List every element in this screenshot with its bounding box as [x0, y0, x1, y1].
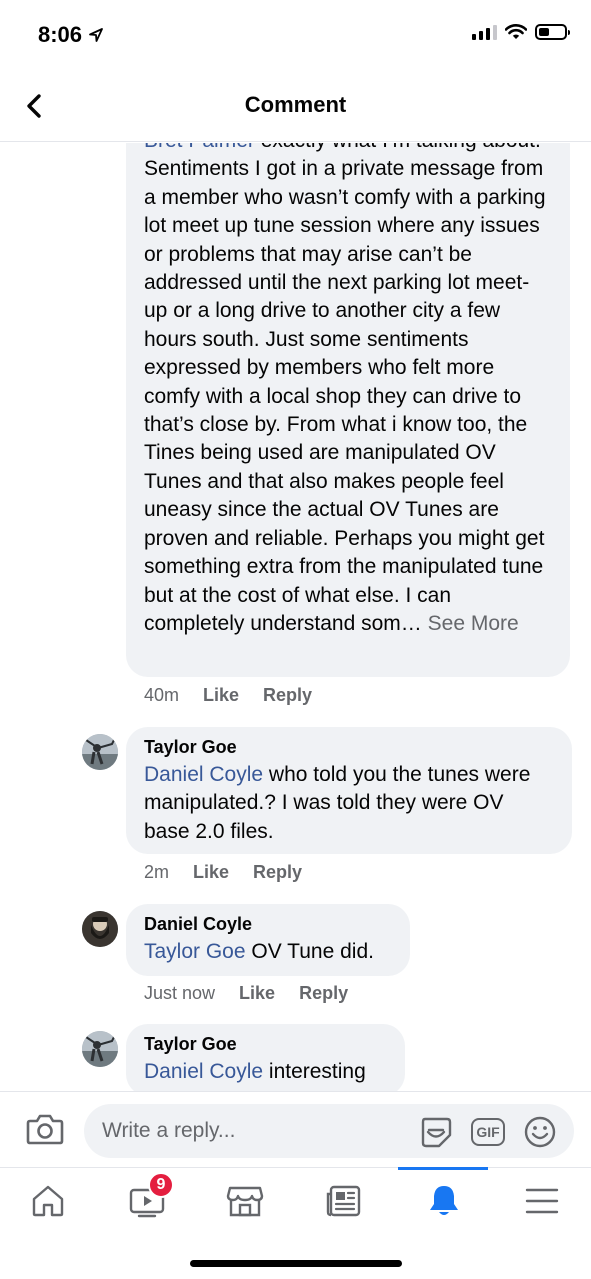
- comment-time: 40m: [144, 685, 180, 705]
- location-arrow-icon: [89, 28, 103, 42]
- comment-text: Bret Palmer exactly what I’m talking abo…: [144, 143, 552, 638]
- wifi-icon: [505, 24, 527, 39]
- bottom-nav: 9: [0, 1167, 591, 1279]
- comment-author[interactable]: Daniel Coyle: [144, 912, 392, 936]
- comment-bubble[interactable]: Taylor Goe Daniel Coyle who told you the…: [126, 727, 572, 854]
- sticker-icon: [421, 1117, 452, 1148]
- avatar[interactable]: [82, 1031, 118, 1067]
- reply-button[interactable]: Reply: [299, 983, 348, 1004]
- status-icons: [472, 24, 570, 40]
- comment-actions: Just now Like Reply: [144, 983, 348, 1004]
- marketplace-icon: [226, 1186, 264, 1217]
- comment-bubble[interactable]: Daniel Coyle Taylor Goe OV Tune did.: [126, 904, 410, 976]
- menu-icon: [525, 1188, 559, 1214]
- like-button[interactable]: Like: [203, 685, 239, 706]
- avatar[interactable]: [82, 911, 118, 947]
- emoji-icon: [524, 1116, 556, 1148]
- comment-text: Daniel Coyle who told you the tunes were…: [144, 763, 531, 843]
- status-time: 8:06: [38, 22, 104, 48]
- header: Comment: [0, 72, 591, 142]
- comment-author[interactable]: Taylor Goe: [144, 735, 554, 759]
- notification-badge: 9: [148, 1172, 174, 1198]
- mention-link[interactable]: Daniel Coyle: [144, 763, 263, 786]
- notifications-icon: [430, 1186, 458, 1215]
- camera-button[interactable]: [26, 1112, 64, 1146]
- nav-news[interactable]: [314, 1178, 374, 1224]
- reply-button[interactable]: Reply: [263, 685, 312, 706]
- signal-icon: [472, 24, 497, 40]
- nav-marketplace[interactable]: [215, 1178, 275, 1224]
- comment-time: Just now: [144, 983, 216, 1003]
- clock-text: 8:06: [38, 22, 83, 47]
- mention-link[interactable]: Taylor Goe: [144, 940, 246, 963]
- comment-bubble[interactable]: Taylor Goe Daniel Coyle interesting: [126, 1024, 405, 1091]
- camera-icon: [26, 1114, 64, 1145]
- see-more-link[interactable]: See More: [428, 612, 519, 635]
- news-icon: [326, 1185, 361, 1217]
- home-icon: [32, 1185, 64, 1217]
- comment-thread[interactable]: Bret Palmer exactly what I’m talking abo…: [0, 143, 591, 1091]
- mention-link[interactable]: Daniel Coyle: [144, 1060, 263, 1083]
- nav-notifications[interactable]: [414, 1178, 474, 1224]
- avatar-photo: [82, 734, 118, 770]
- status-bar: 8:06: [0, 0, 591, 72]
- avatar-photo: [82, 911, 118, 947]
- gif-button[interactable]: GIF: [470, 1114, 506, 1150]
- battery-icon: [535, 24, 570, 40]
- mention-link[interactable]: Bret Palmer: [144, 143, 255, 152]
- comment-bubble[interactable]: Bret Palmer exactly what I’m talking abo…: [126, 143, 570, 677]
- reply-button[interactable]: Reply: [253, 862, 302, 883]
- like-button[interactable]: Like: [193, 862, 229, 883]
- avatar[interactable]: [82, 734, 118, 770]
- comment-text: Daniel Coyle interesting: [144, 1060, 366, 1083]
- gif-icon: GIF: [471, 1118, 505, 1146]
- active-tab-indicator: [398, 1167, 488, 1170]
- comment-text: Taylor Goe OV Tune did.: [144, 940, 374, 963]
- page-title: Comment: [244, 92, 347, 117]
- comment-actions: 2m Like Reply: [144, 862, 302, 883]
- emoji-button[interactable]: [522, 1114, 558, 1150]
- nav-home[interactable]: [18, 1178, 78, 1224]
- comment-time: 2m: [144, 862, 170, 882]
- comment-actions: 40m Like Reply: [144, 685, 312, 706]
- avatar-photo: [82, 1031, 118, 1067]
- reply-composer: GIF: [0, 1091, 591, 1167]
- nav-watch[interactable]: 9: [118, 1172, 178, 1224]
- nav-menu[interactable]: [512, 1178, 572, 1224]
- comment-author[interactable]: Taylor Goe: [144, 1032, 387, 1056]
- home-indicator: [190, 1260, 402, 1267]
- sticker-button[interactable]: [418, 1114, 454, 1150]
- like-button[interactable]: Like: [239, 983, 275, 1004]
